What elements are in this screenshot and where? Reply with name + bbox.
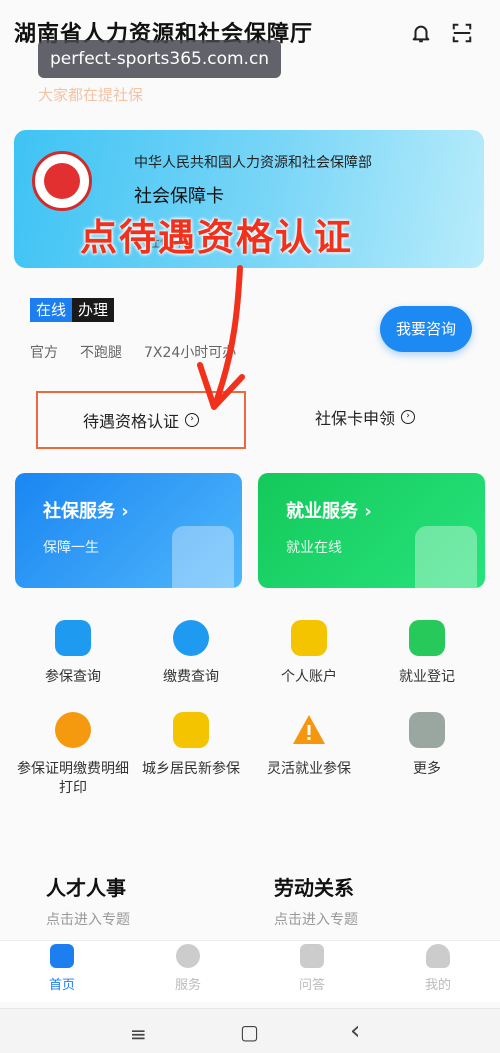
yuan-card-icon [291,620,327,656]
chevron-right-icon: › [121,501,129,522]
grid-item-employment-register[interactable]: 就业登记 [369,620,485,687]
service-subtitle: 保障一生 [43,540,99,556]
tab-mine[interactable]: 我的 [398,944,478,993]
arrow-circle-icon: › [401,410,415,424]
chat-icon [300,944,324,968]
warning-triangle-icon [293,715,325,744]
service-subtitle: 就业在线 [286,540,342,556]
grid-item-certificate-print[interactable]: 参保证明缴费明细打印 [15,712,131,798]
shield-decor-icon [172,526,234,588]
card-apply-label: 社保卡申领 [314,409,395,428]
watermark-overlay: perfect-sports365.com.cn [38,40,282,78]
grid-item-insurance-query[interactable]: 参保查询 [15,620,131,687]
qualification-label: 待遇资格认证 [82,412,179,431]
grid-item-label: 更多 [413,761,441,777]
tie-decor-icon [415,526,477,588]
tab-qa[interactable]: 问答 [272,944,352,993]
tab-home[interactable]: 首页 [22,944,102,993]
social-security-emblem-icon [32,151,92,211]
new-insurance-icon [173,712,209,748]
grid-item-label: 参保证明缴费明细打印 [17,761,129,796]
slogan-text: 大家都在提社保 [38,86,144,104]
topic-title: 人才人事 [46,876,126,900]
chevron-right-icon: › [364,501,372,522]
folder-more-icon [409,712,445,748]
feature-item: 不跑腿 [80,345,122,361]
grid-item-flexible-employment[interactable]: 灵活就业参保 [251,712,367,779]
ministry-label: 中华人民共和国人力资源和社会保障部 [134,155,372,171]
payment-drop-icon [173,620,209,656]
grid-item-label: 个人账户 [281,669,337,685]
home-icon [50,944,74,968]
service-title: 社保服务 › [43,501,129,522]
online-handle-tag: 在线 办理 [30,298,115,322]
topic-title: 劳动关系 [274,876,354,900]
menu-nav-icon[interactable]: ≡ [130,1022,147,1046]
tab-label: 首页 [48,978,75,993]
bell-icon[interactable] [410,22,432,44]
shield-search-icon [55,620,91,656]
scan-icon[interactable] [451,22,473,44]
topic-labor-relations[interactable]: 劳动关系 点击进入专题 [274,872,358,929]
feature-item: 官方 [30,345,58,361]
home-nav-icon[interactable]: ▢ [240,1020,259,1044]
back-nav-icon[interactable]: ‹ [350,1016,360,1046]
grid-item-label: 参保查询 [45,669,101,685]
topic-subtitle: 点击进入专题 [46,912,130,928]
tab-label: 问答 [298,978,325,993]
employment-service-card[interactable]: 就业服务 › 就业在线 [258,473,485,588]
tab-service[interactable]: 服务 [148,944,228,993]
grid-item-payment-query[interactable]: 缴费查询 [133,620,249,687]
social-security-service-card[interactable]: 社保服务 › 保障一生 [15,473,242,588]
tag-online: 在线 [30,298,73,322]
grid-item-label: 缴费查询 [163,669,219,685]
grid-item-label: 城乡居民新参保 [142,761,240,777]
red-arrow-annotation [197,265,245,410]
grid-item-new-insurance[interactable]: 城乡居民新参保 [133,712,249,779]
card-apply-button[interactable]: 社保卡申领 › [290,400,440,434]
heart-service-icon [176,944,200,968]
grid-item-label: 就业登记 [399,669,455,685]
topic-subtitle: 点击进入专题 [274,912,358,928]
grid-item-label: 灵活就业参保 [267,761,351,777]
yuan-heart-icon [409,620,445,656]
tag-handle: 办理 [72,298,115,322]
topic-talent-personnel[interactable]: 人才人事 点击进入专题 [46,872,130,929]
person-icon [426,944,450,968]
instruction-overlay-text: 点待遇资格认证 [80,216,353,259]
certificate-print-icon [55,712,91,748]
grid-item-personal-account[interactable]: 个人账户 [251,620,367,687]
tab-label: 我的 [424,978,451,993]
service-title: 就业服务 › [286,501,372,522]
tab-label: 服务 [174,978,201,993]
arrow-circle-icon: › [185,413,199,427]
card-name-label: 社会保障卡 [134,186,224,207]
consult-button[interactable]: 我要咨询 [380,306,472,352]
grid-item-more[interactable]: 更多 [369,712,485,779]
